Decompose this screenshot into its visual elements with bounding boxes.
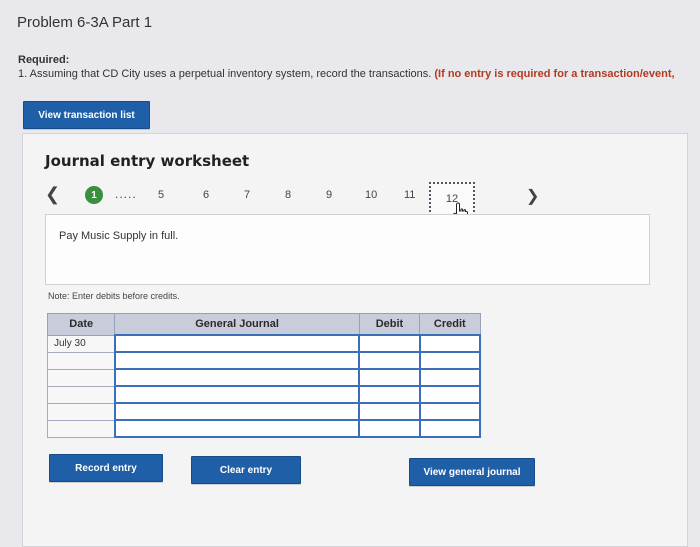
chevron-right-icon[interactable]: ❯ <box>526 186 539 206</box>
view-transaction-list-button[interactable]: View transaction list <box>23 101 150 129</box>
credit-input[interactable] <box>418 385 482 404</box>
debit-input[interactable] <box>358 402 421 421</box>
step-6[interactable]: 6 <box>203 189 209 201</box>
column-header-debit: Debit <box>358 313 421 336</box>
required-warning: (If no entry is required for a transacti… <box>434 68 675 80</box>
account-input[interactable] <box>113 368 361 387</box>
table-row <box>46 351 482 370</box>
debit-input[interactable] <box>358 334 421 353</box>
date-cell[interactable] <box>46 402 116 421</box>
date-cell[interactable] <box>46 419 116 438</box>
account-input[interactable] <box>113 351 361 370</box>
step-1-active[interactable]: 1 <box>85 186 103 204</box>
credit-input[interactable] <box>418 351 482 370</box>
view-general-journal-button[interactable]: View general journal <box>409 458 535 486</box>
column-header-credit: Credit <box>419 313 481 336</box>
step-11[interactable]: 11 <box>404 189 415 201</box>
table-row <box>46 419 482 438</box>
required-instructions: 1. Assuming that CD City uses a perpetua… <box>18 68 700 80</box>
date-cell[interactable] <box>46 351 116 370</box>
required-text: 1. Assuming that CD City uses a perpetua… <box>18 68 432 80</box>
journal-entry-worksheet-panel: Journal entry worksheet ❮ 1 ..... 5 6 7 … <box>22 133 688 547</box>
page-title: Problem 6-3A Part 1 <box>17 14 153 31</box>
chevron-left-icon[interactable]: ❮ <box>45 184 60 205</box>
date-cell[interactable] <box>46 368 116 387</box>
account-input[interactable] <box>113 402 361 421</box>
debit-input[interactable] <box>358 351 421 370</box>
account-input[interactable] <box>113 334 361 353</box>
required-label: Required: <box>18 54 70 66</box>
debit-input[interactable] <box>358 419 421 438</box>
step-5[interactable]: 5 <box>158 189 164 201</box>
worksheet-navigation: ❮ 1 ..... 5 6 7 8 9 10 11 12 ❯ <box>23 182 687 222</box>
account-input[interactable] <box>113 419 361 438</box>
table-row <box>46 368 482 387</box>
clear-entry-button[interactable]: Clear entry <box>191 456 301 484</box>
transaction-description: Pay Music Supply in full. <box>59 230 179 242</box>
debit-input[interactable] <box>358 385 421 404</box>
credit-input[interactable] <box>418 419 482 438</box>
step-10[interactable]: 10 <box>365 189 377 201</box>
record-entry-button[interactable]: Record entry <box>49 454 163 482</box>
credit-input[interactable] <box>418 368 482 387</box>
account-input[interactable] <box>113 385 361 404</box>
credit-input[interactable] <box>418 402 482 421</box>
column-header-date: Date <box>46 313 116 336</box>
step-ellipsis: ..... <box>115 187 137 201</box>
table-row <box>46 402 482 421</box>
journal-entry-table: Date General Journal Debit Credit July 3… <box>46 313 482 438</box>
debit-input[interactable] <box>358 368 421 387</box>
column-header-general-journal: General Journal <box>114 313 360 336</box>
credit-input[interactable] <box>418 334 482 353</box>
date-cell[interactable]: July 30 <box>46 334 116 353</box>
worksheet-title: Journal entry worksheet <box>45 152 250 170</box>
step-8[interactable]: 8 <box>285 189 291 201</box>
date-cell[interactable] <box>46 385 116 404</box>
table-row: July 30 <box>46 334 482 353</box>
entry-note: Note: Enter debits before credits. <box>48 291 180 301</box>
table-row <box>46 385 482 404</box>
transaction-description-box: Pay Music Supply in full. <box>45 214 650 285</box>
step-9[interactable]: 9 <box>326 189 332 201</box>
step-7[interactable]: 7 <box>244 189 250 201</box>
